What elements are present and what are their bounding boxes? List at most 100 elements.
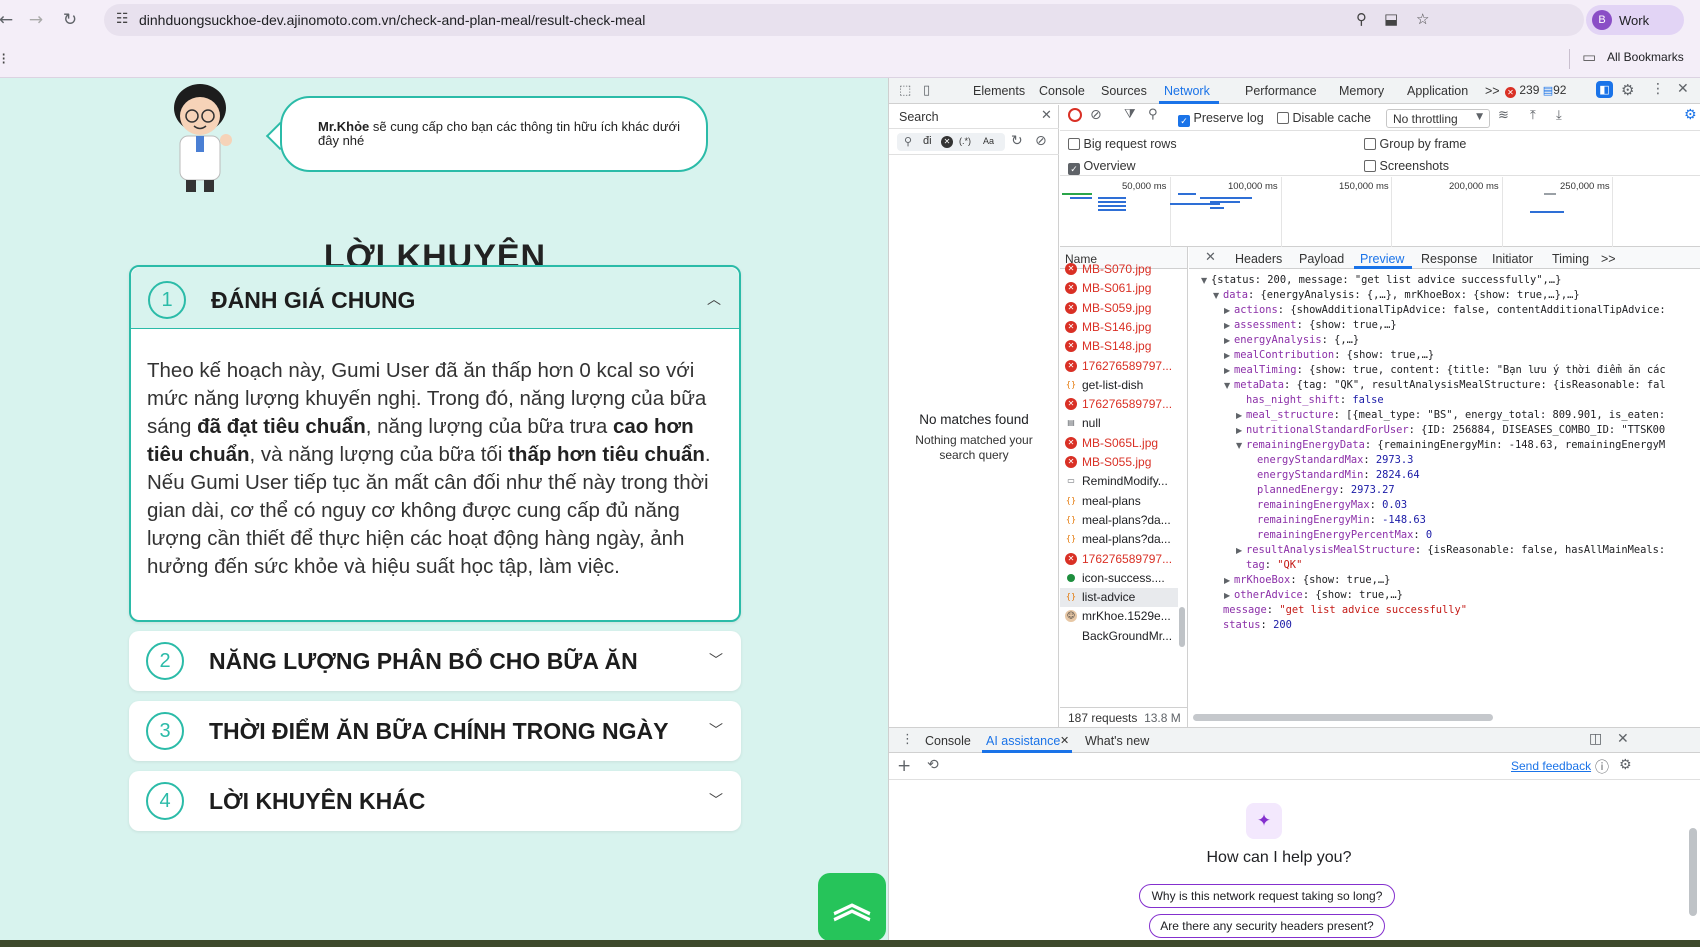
request-list-scrollbar[interactable] bbox=[1179, 607, 1185, 647]
export-har-icon[interactable]: ⤓ bbox=[1556, 108, 1562, 123]
json-node-actions[interactable]: ▶ actions: {showAdditionalTipAdvice: fals… bbox=[1224, 303, 1666, 318]
more-tabs-button[interactable]: >> bbox=[1485, 84, 1500, 98]
disable-cache-checkbox[interactable]: Disable cache bbox=[1277, 111, 1371, 125]
more-options-icon[interactable]: ⋮ bbox=[1651, 81, 1665, 97]
group-by-frame-checkbox[interactable]: Group by frame bbox=[1364, 137, 1466, 151]
chevron-up-icon[interactable]: ︿ bbox=[707, 289, 721, 309]
clear-log-icon[interactable]: ⊘ bbox=[1090, 107, 1102, 123]
accordion-header[interactable]: 2 NĂNG LƯỢNG PHÂN BỔ CHO BỮA ĂN ﹀ bbox=[129, 631, 741, 693]
more-detail-tabs-button[interactable]: >> bbox=[1601, 252, 1616, 266]
request-row[interactable]: {} meal-plans?da... bbox=[1060, 511, 1178, 530]
tab-network[interactable]: Network bbox=[1164, 84, 1210, 98]
request-row[interactable]: icon-success.... bbox=[1060, 569, 1178, 588]
drawer-menu-icon[interactable]: ⋮ bbox=[901, 732, 914, 747]
apps-icon[interactable]: ⁝⁝ bbox=[0, 49, 6, 68]
overview-checkbox[interactable]: ✓ Overview bbox=[1068, 159, 1136, 175]
dock-side-icon[interactable]: ◫ bbox=[1589, 731, 1602, 747]
network-settings-icon[interactable]: ⚙ bbox=[1684, 107, 1697, 123]
json-node-other-advice[interactable]: ▶ otherAdvice: {show: true,…} bbox=[1224, 588, 1403, 603]
json-node-data[interactable]: ▼ data: {energyAnalysis: {,…}, mrKhoeBox:… bbox=[1213, 288, 1580, 303]
scroll-to-top-button[interactable]: ︽ bbox=[818, 873, 886, 941]
tab-response[interactable]: Response bbox=[1421, 252, 1477, 266]
regex-toggle[interactable]: (.*) bbox=[959, 136, 971, 146]
close-drawer-icon[interactable]: ✕ bbox=[1617, 731, 1629, 747]
send-feedback-link[interactable]: Send feedback bbox=[1511, 759, 1591, 773]
chevron-down-icon[interactable]: ﹀ bbox=[709, 720, 723, 740]
json-node-result-analysis[interactable]: ▶ resultAnalysisMealStructure: {isReasona… bbox=[1236, 543, 1665, 558]
request-row[interactable]: ✕ MB-S055.jpg bbox=[1060, 453, 1178, 472]
drawer-tab-whats-new[interactable]: What's new bbox=[1085, 734, 1149, 748]
request-row[interactable]: ✕ MB-S059.jpg bbox=[1060, 299, 1178, 318]
request-row[interactable]: ✕ 176276589797... bbox=[1060, 550, 1178, 569]
screenshots-checkbox[interactable]: Screenshots bbox=[1364, 159, 1449, 173]
json-node-mr-khoe-box[interactable]: ▶ mrKhoeBox: {show: true,…} bbox=[1224, 573, 1390, 588]
profile-button[interactable]: B Work bbox=[1586, 5, 1684, 35]
big-request-rows-checkbox[interactable]: Big request rows bbox=[1068, 137, 1177, 151]
request-row[interactable]: ✕ MB-S146.jpg bbox=[1060, 318, 1178, 337]
reload-icon[interactable]: ↻ bbox=[60, 10, 80, 30]
drawer-tab-ai-assistance[interactable]: AI assistance bbox=[986, 734, 1060, 748]
accordion-other-advice[interactable]: 4 LỜI KHUYÊN KHÁC ﹀ bbox=[129, 771, 741, 831]
bookmark-star-icon[interactable]: ☆ bbox=[1416, 10, 1429, 28]
tab-headers[interactable]: Headers bbox=[1235, 252, 1282, 266]
new-chat-icon[interactable]: + bbox=[897, 756, 911, 776]
import-har-icon[interactable]: ⤒ bbox=[1530, 108, 1536, 123]
forward-icon[interactable]: → bbox=[26, 10, 46, 30]
tab-console[interactable]: Console bbox=[1039, 84, 1085, 98]
search-network-icon[interactable]: ⚲ bbox=[1148, 107, 1158, 122]
tab-payload[interactable]: Payload bbox=[1299, 252, 1344, 266]
preview-horizontal-scrollbar[interactable] bbox=[1193, 714, 1493, 721]
location-icon[interactable]: ⚲ bbox=[1356, 10, 1367, 28]
accordion-header[interactable]: 4 LỜI KHUYÊN KHÁC ﹀ bbox=[129, 771, 741, 833]
json-node-meta-data[interactable]: ▼ metaData: {tag: "QK", resultAnalysisMea… bbox=[1224, 378, 1666, 393]
json-node-remaining-energy[interactable]: ▼ remainingEnergyData: {remainingEnergyMi… bbox=[1236, 438, 1665, 453]
request-row[interactable]: ▤ null bbox=[1060, 414, 1178, 433]
filter-icon[interactable]: ⧩ bbox=[1124, 107, 1136, 122]
ai-settings-icon[interactable]: ⚙ bbox=[1619, 757, 1632, 773]
suggestion-chip[interactable]: Why is this network request taking so lo… bbox=[1139, 884, 1395, 908]
close-tab-icon[interactable]: ✕ bbox=[1060, 734, 1069, 747]
record-icon[interactable] bbox=[1068, 108, 1082, 122]
install-app-icon[interactable]: ⬓ bbox=[1384, 10, 1398, 28]
request-row[interactable]: {} meal-plans?da... bbox=[1060, 530, 1178, 549]
close-devtools-icon[interactable]: ✕ bbox=[1677, 81, 1689, 97]
inspect-element-icon[interactable]: ⬚ bbox=[899, 83, 911, 98]
history-icon[interactable]: ⟲ bbox=[927, 757, 939, 773]
network-overview-timeline[interactable]: 50,000 ms 100,000 ms 150,000 ms 200,000 … bbox=[1060, 177, 1700, 247]
suggestion-chip[interactable]: Are there any security headers present? bbox=[1149, 914, 1385, 938]
json-node-meal-timing[interactable]: ▶ mealTiming: {show: true, content: {titl… bbox=[1224, 363, 1666, 378]
clear-results-icon[interactable]: ⊘ bbox=[1035, 133, 1047, 149]
drawer-scrollbar[interactable] bbox=[1689, 828, 1697, 916]
tab-preview[interactable]: Preview bbox=[1360, 252, 1404, 266]
extension-icon[interactable]: ◧ bbox=[1596, 81, 1613, 98]
request-row[interactable]: ✕ MB-S065L.jpg bbox=[1060, 434, 1178, 453]
site-info-icon[interactable]: ☷ bbox=[116, 11, 129, 27]
preserve-log-checkbox[interactable]: ✓ Preserve log bbox=[1178, 111, 1264, 127]
json-node-nutritional-standard[interactable]: ▶ nutritionalStandardForUser: {ID: 256884… bbox=[1236, 423, 1665, 438]
all-bookmarks-link[interactable]: All Bookmarks bbox=[1607, 50, 1684, 64]
request-row[interactable]: ✕ MB-S070.jpg bbox=[1060, 260, 1178, 279]
tab-elements[interactable]: Elements bbox=[973, 84, 1025, 98]
match-case-toggle[interactable]: Aa bbox=[983, 136, 994, 146]
chevron-down-icon[interactable]: ﹀ bbox=[709, 790, 723, 810]
tab-initiator[interactable]: Initiator bbox=[1492, 252, 1533, 266]
json-node-meal-contribution[interactable]: ▶ mealContribution: {show: true,…} bbox=[1224, 348, 1434, 363]
tab-application[interactable]: Application bbox=[1407, 84, 1468, 98]
request-row[interactable]: {} meal-plans bbox=[1060, 492, 1178, 511]
throttling-select[interactable]: No throttling ▼ bbox=[1386, 109, 1490, 128]
tab-memory[interactable]: Memory bbox=[1339, 84, 1384, 98]
request-row[interactable]: ☺ mrKhoe.1529e... bbox=[1060, 607, 1178, 626]
request-row[interactable]: {} list-advice bbox=[1060, 588, 1178, 608]
request-row[interactable]: ▭ RemindModify... bbox=[1060, 472, 1178, 491]
error-counter[interactable]: ✕ 239 ▤92 bbox=[1505, 83, 1566, 98]
request-row[interactable]: ✕ MB-S148.jpg bbox=[1060, 337, 1178, 356]
settings-gear-icon[interactable]: ⚙ bbox=[1621, 81, 1634, 99]
request-row[interactable]: BackGroundMr... bbox=[1060, 627, 1178, 646]
accordion-header[interactable]: 3 THỜI ĐIỂM ĂN BỮA CHÍNH TRONG NGÀY ﹀ bbox=[129, 701, 741, 763]
help-icon[interactable]: ⓘ bbox=[1595, 757, 1609, 777]
accordion-header[interactable]: 1 ĐÁNH GIÁ CHUNG ︿ bbox=[131, 267, 739, 329]
device-toolbar-icon[interactable]: ▯ bbox=[923, 83, 930, 98]
accordion-meal-timing[interactable]: 3 THỜI ĐIỂM ĂN BỮA CHÍNH TRONG NGÀY ﹀ bbox=[129, 701, 741, 761]
request-row[interactable]: {} get-list-dish bbox=[1060, 376, 1178, 395]
close-detail-icon[interactable]: ✕ bbox=[1205, 250, 1216, 265]
